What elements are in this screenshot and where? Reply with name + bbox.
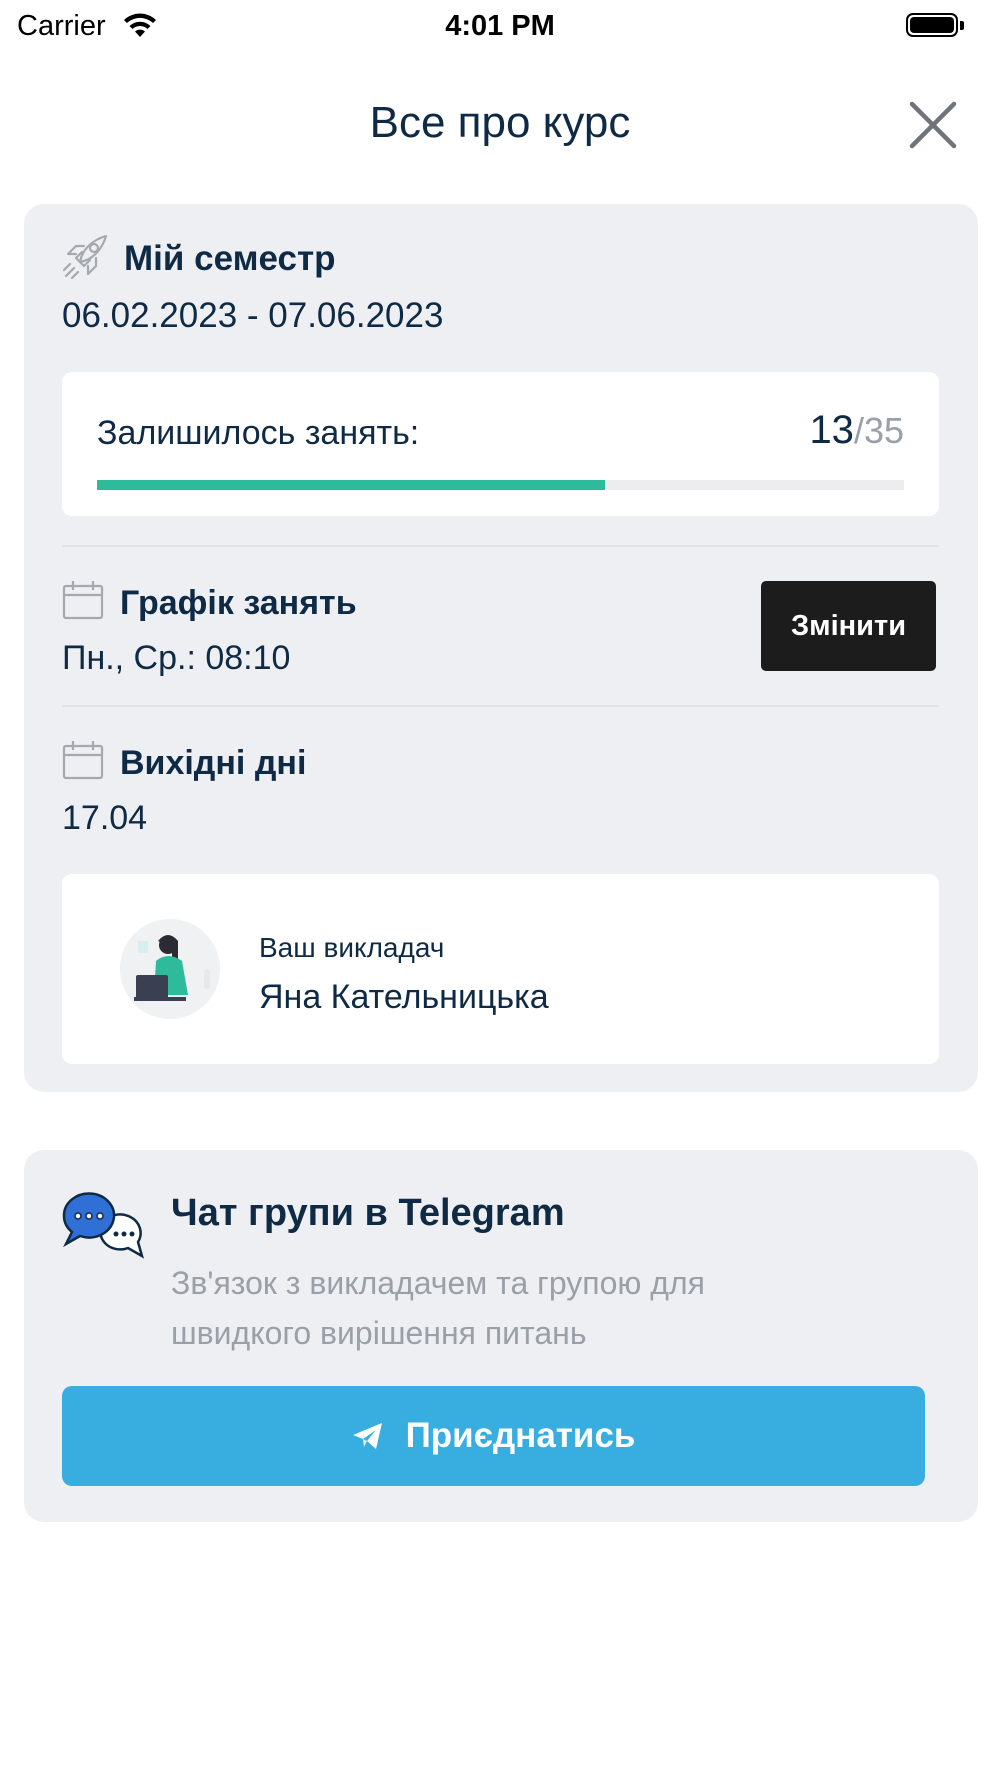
calendar-icon — [62, 581, 104, 620]
change-schedule-button[interactable]: Змінити — [761, 581, 936, 671]
battery-tip — [960, 21, 964, 30]
lessons-progress-box: Залишилось занять: 13/35 — [62, 372, 939, 516]
lessons-total-value: 35 — [863, 410, 904, 451]
semester-dates: 06.02.2023 - 07.06.2023 — [62, 296, 444, 335]
lessons-progress-fill — [97, 480, 606, 490]
clock: 4:01 PM — [445, 10, 555, 42]
telegram-chat-card: Чат групи в Telegram Зв'язок з викладаче… — [24, 1150, 978, 1522]
schedule-value: Пн., Ср.: 08:10 — [62, 639, 291, 677]
join-telegram-label: Приєднатись — [405, 1416, 636, 1455]
close-icon[interactable] — [908, 100, 958, 150]
battery-icon — [906, 13, 958, 37]
lessons-progress-bar — [97, 480, 904, 490]
status-bar: Carrier 4:01 PM — [0, 0, 1000, 52]
course-info-card: Мій семестр 06.02.2023 - 07.06.2023 Зали… — [24, 204, 978, 1092]
rocket-icon — [62, 234, 108, 280]
holidays-title: Вихідні дні — [120, 744, 307, 782]
lessons-separator: / — [853, 410, 864, 451]
lessons-remaining-value: 13 — [809, 408, 854, 452]
semester-title: Мій семестр — [124, 239, 336, 278]
page-title: Все про курс — [369, 98, 631, 147]
lessons-count: 13/35 — [809, 408, 904, 453]
telegram-plane-icon — [352, 1423, 382, 1449]
teacher-name: Яна Кательницька — [259, 978, 549, 1016]
holidays-value: 17.04 — [62, 799, 148, 837]
chat-bubbles-icon — [62, 1192, 144, 1259]
divider — [62, 705, 939, 707]
teacher-role-label: Ваш викладач — [259, 932, 445, 963]
lessons-remaining-label: Залишилось занять: — [97, 414, 420, 452]
teacher-box[interactable]: Ваш викладач Яна Кательницька — [62, 874, 939, 1064]
schedule-title: Графік занять — [120, 584, 357, 622]
calendar-icon — [62, 741, 104, 780]
avatar — [120, 919, 220, 1019]
telegram-chat-description: Зв'язок з викладачем та групою для швидк… — [171, 1265, 705, 1351]
divider — [62, 545, 939, 547]
telegram-chat-title: Чат групи в Telegram — [171, 1192, 565, 1234]
join-telegram-button[interactable]: Приєднатись — [62, 1386, 925, 1486]
